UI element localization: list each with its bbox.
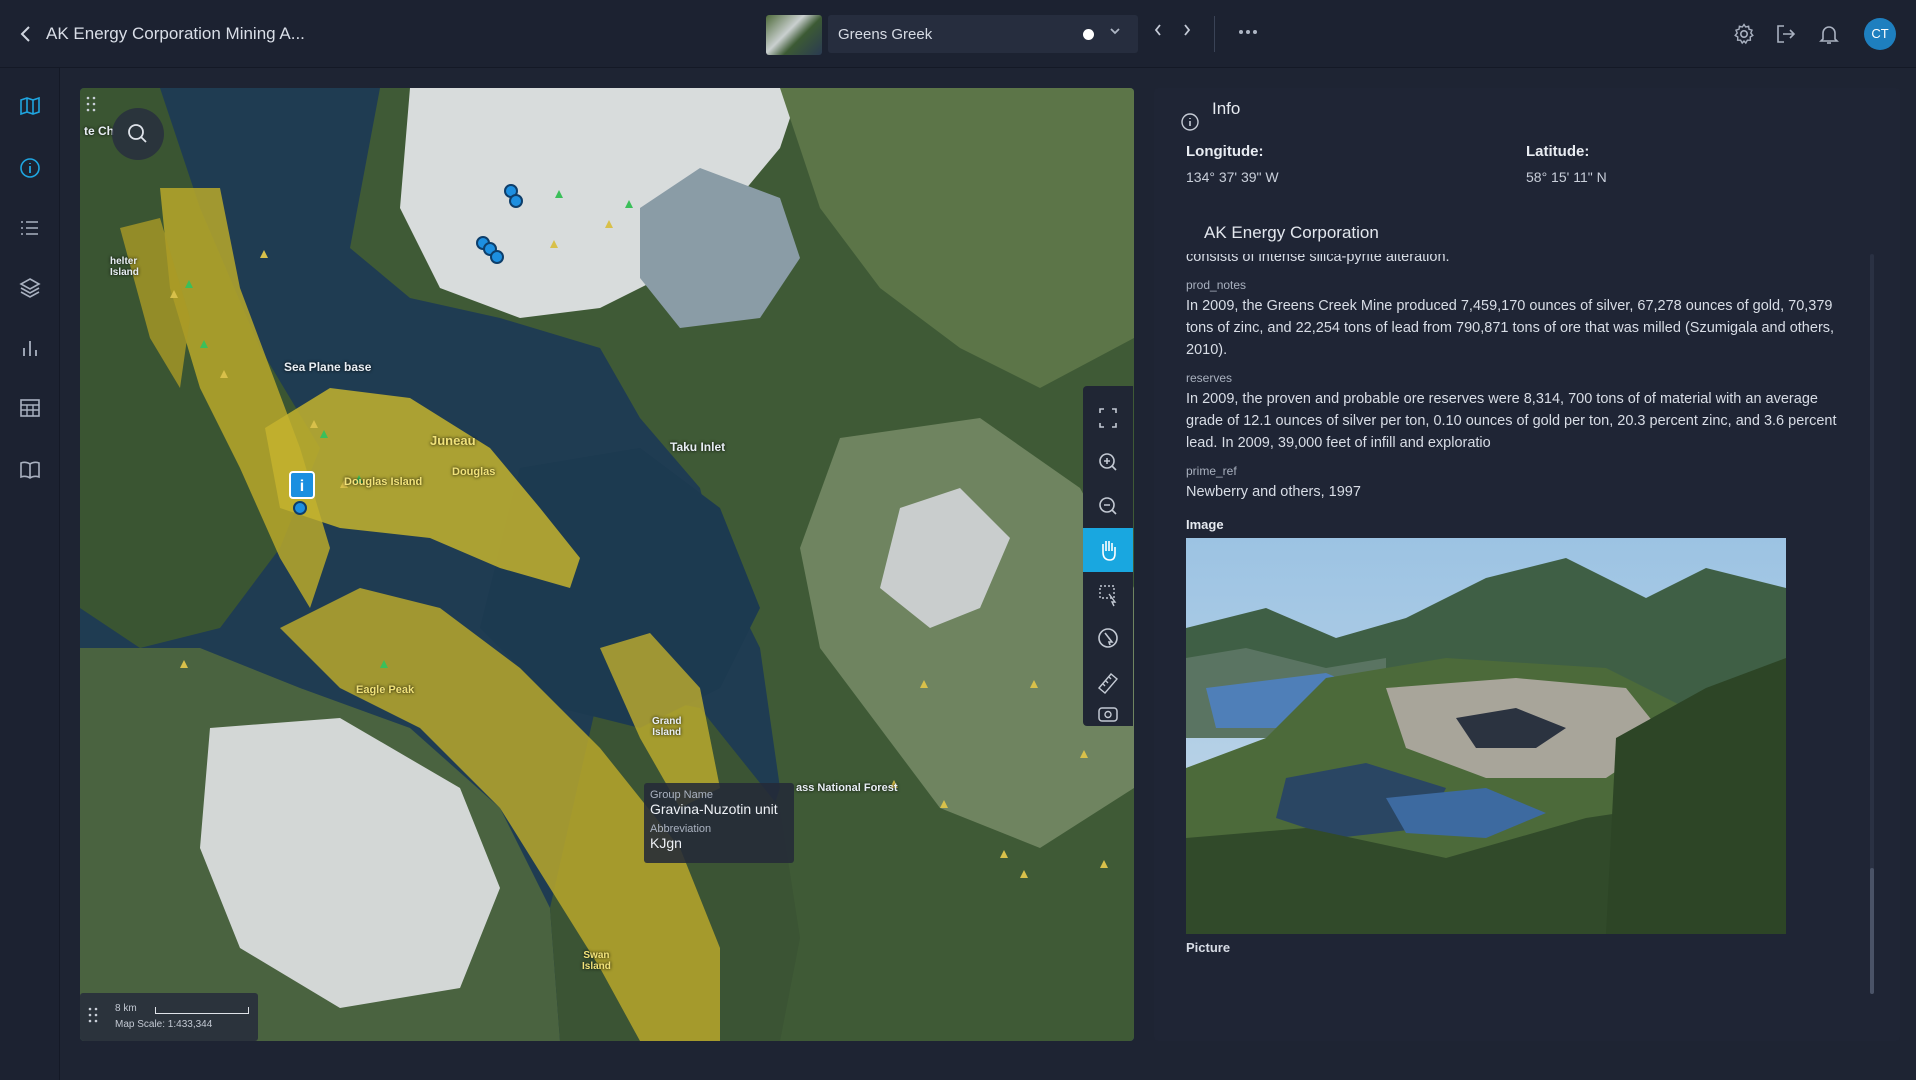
back-button[interactable] bbox=[14, 20, 38, 48]
map-label-juneau: Juneau bbox=[430, 433, 476, 448]
search-icon bbox=[128, 124, 147, 143]
info-panel: Info Longitude: 134° 37' 39" W Latitude:… bbox=[1154, 88, 1900, 1041]
gear-icon[interactable] bbox=[1732, 22, 1756, 46]
fullscreen-icon[interactable] bbox=[1083, 396, 1133, 440]
scrollbar[interactable] bbox=[1870, 254, 1874, 994]
info-icon[interactable] bbox=[18, 156, 42, 180]
field-key: reserves bbox=[1186, 371, 1233, 385]
map-toolbar bbox=[1083, 386, 1133, 726]
map-label-douglas: Douglas bbox=[452, 466, 496, 478]
mine-photo[interactable] bbox=[1186, 538, 1786, 934]
longitude-label: Longitude: bbox=[1186, 143, 1264, 160]
map-pin[interactable] bbox=[293, 501, 307, 515]
chevron-down-icon[interactable] bbox=[1108, 24, 1122, 41]
field-value-cut: consists of intense silica-pyrite altera… bbox=[1186, 254, 1450, 265]
zoom-out-icon[interactable] bbox=[1083, 484, 1133, 528]
chevron-right-icon bbox=[1184, 24, 1191, 36]
table-icon[interactable] bbox=[18, 396, 42, 420]
tooltip-abbr-key: Abbreviation bbox=[650, 823, 712, 835]
book-icon[interactable] bbox=[18, 458, 42, 482]
app-title: AK Energy Corporation Mining A... bbox=[46, 24, 305, 43]
map-label-taku-inlet: Taku Inlet bbox=[670, 440, 726, 454]
map-label-douglas-island: Douglas Island bbox=[344, 476, 423, 488]
attributes-scroll[interactable]: consists of intense silica-pyrite altera… bbox=[1186, 254, 1846, 1034]
layers-icon[interactable] bbox=[18, 276, 42, 300]
map-view[interactable]: te Ch helter Island Sea Plane base Junea… bbox=[80, 88, 1134, 1041]
status-dot bbox=[1083, 29, 1094, 40]
previous-button[interactable] bbox=[1147, 20, 1169, 46]
top-bar: AK Energy Corporation Mining A... Greens… bbox=[0, 0, 1916, 68]
chevron-left-icon bbox=[20, 26, 30, 42]
list-icon[interactable] bbox=[18, 216, 42, 240]
field-value: Newberry and others, 1997 bbox=[1186, 484, 1361, 500]
map-label-swan-island: Swan Island bbox=[582, 950, 611, 972]
scale-text: Map Scale: 1:433,344 bbox=[115, 1019, 213, 1030]
map-label-grand-island: Grand Island bbox=[652, 716, 682, 738]
layer-name: Greens Greek bbox=[838, 26, 933, 43]
select-area-icon[interactable] bbox=[1083, 572, 1133, 616]
field-key: prod_notes bbox=[1186, 278, 1247, 292]
map-label-te-ch: te Ch bbox=[84, 124, 114, 138]
map-pin[interactable] bbox=[490, 250, 504, 264]
field-key: prime_ref bbox=[1186, 464, 1237, 478]
info-title: Info bbox=[1212, 99, 1241, 118]
layer-thumbnail[interactable] bbox=[766, 15, 822, 55]
company-header: AK Energy Corporation bbox=[1154, 212, 1900, 254]
avatar[interactable]: CT bbox=[1864, 18, 1896, 50]
map-pin[interactable] bbox=[509, 194, 523, 208]
company-name: AK Energy Corporation bbox=[1204, 223, 1379, 242]
divider bbox=[1214, 16, 1215, 52]
selected-feature-marker[interactable]: i bbox=[289, 471, 315, 499]
identify-icon[interactable] bbox=[1083, 616, 1133, 660]
chevron-left-icon bbox=[1154, 24, 1161, 36]
image-title: Image bbox=[1186, 517, 1224, 532]
sidebar bbox=[0, 68, 60, 1080]
next-button[interactable] bbox=[1176, 20, 1198, 46]
scrollbar-thumb[interactable] bbox=[1870, 868, 1874, 994]
more-icon[interactable] bbox=[1236, 20, 1260, 50]
map-label-shelter-island: helter Island bbox=[110, 256, 139, 278]
tooltip-abbr-value: KJgn bbox=[650, 835, 682, 851]
satellite-imagery bbox=[80, 88, 1134, 1041]
map-icon[interactable] bbox=[18, 94, 42, 118]
zoom-in-icon[interactable] bbox=[1083, 440, 1133, 484]
scale-bar bbox=[155, 1007, 249, 1014]
chart-icon[interactable] bbox=[18, 336, 42, 360]
map-search-button[interactable] bbox=[112, 108, 164, 160]
feature-tooltip: Group Name Gravina-Nuzotin unit Abbrevia… bbox=[644, 783, 794, 863]
map-label-sea-plane: Sea Plane base bbox=[284, 360, 372, 374]
mine-photo-image bbox=[1186, 538, 1786, 934]
map-scale: 8 km Map Scale: 1:433,344 bbox=[80, 993, 258, 1041]
latitude-label: Latitude: bbox=[1526, 143, 1590, 160]
latitude-value: 58° 15' 11" N bbox=[1526, 169, 1607, 185]
pan-hand-icon[interactable] bbox=[1083, 528, 1133, 572]
drag-handle-icon[interactable] bbox=[88, 1007, 98, 1023]
scale-distance: 8 km bbox=[115, 1003, 137, 1014]
tooltip-group-value: Gravina-Nuzotin unit bbox=[650, 801, 778, 817]
map-label-national-forest: ass National Forest bbox=[796, 782, 898, 794]
longitude-value: 134° 37' 39" W bbox=[1186, 169, 1279, 185]
image-caption: Picture bbox=[1186, 940, 1231, 955]
tooltip-group-key: Group Name bbox=[650, 789, 713, 801]
bell-icon[interactable] bbox=[1817, 22, 1841, 46]
info-icon bbox=[1181, 113, 1199, 131]
layer-selector[interactable]: Greens Greek bbox=[828, 15, 1138, 53]
drag-handle-icon[interactable] bbox=[86, 96, 96, 112]
logout-icon[interactable] bbox=[1774, 22, 1798, 46]
screenshot-icon[interactable] bbox=[1083, 704, 1133, 726]
field-value: In 2009, the Greens Creek Mine produced … bbox=[1186, 298, 1835, 358]
map-label-eagle-peak: Eagle Peak bbox=[356, 684, 415, 696]
field-value: In 2009, the proven and probable ore res… bbox=[1186, 391, 1837, 451]
measure-icon[interactable] bbox=[1083, 660, 1133, 704]
